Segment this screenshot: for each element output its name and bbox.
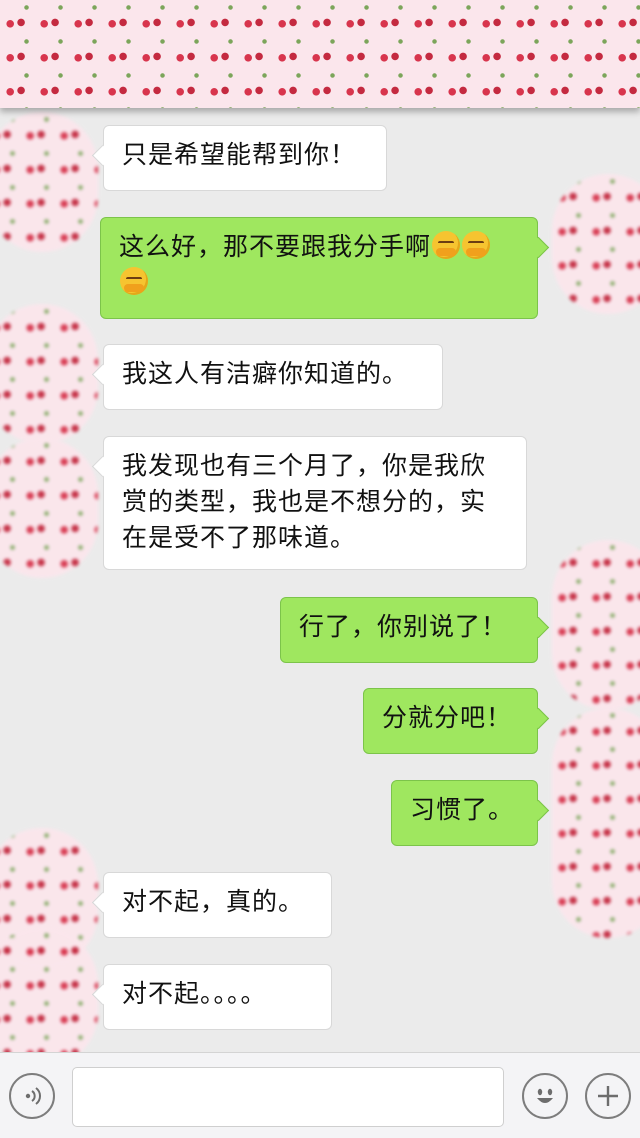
message-text: 我发现也有三个月了，你是我欣赏的类型，我也是不想分的，实在是受不了那味道。 [122,451,487,552]
message-bubble-incoming[interactable]: 我发现也有三个月了，你是我欣赏的类型，我也是不想分的，实在是受不了那味道。 [103,436,527,570]
chat-background-banner [0,0,640,108]
message-text: 我这人有洁癖你知道的。 [122,359,409,388]
message-bubble-incoming[interactable]: 我这人有洁癖你知道的。 [103,344,443,410]
plus-button[interactable] [585,1073,631,1119]
message-bubble-outgoing[interactable]: 习惯了。 [391,780,538,846]
message-bubble-incoming[interactable]: 对不起，真的。 [103,872,332,938]
message-text: 只是希望能帮到你！ [122,140,357,169]
smiley-icon [537,1088,553,1103]
contact-avatar[interactable] [0,112,98,252]
self-avatar[interactable] [552,174,640,314]
self-avatar[interactable] [552,708,640,938]
frowning-face-emoji [120,267,148,295]
frowning-face-emoji [462,231,491,259]
input-bar [0,1052,640,1138]
message-text: 对不起，真的。 [122,887,305,916]
contact-avatar[interactable] [0,438,98,578]
frowning-face-emoji [432,231,461,259]
message-bubble-incoming[interactable]: 对不起。。。。 [103,964,332,1030]
plus-icon [598,1086,618,1106]
message-input[interactable] [72,1067,504,1127]
emoji-button[interactable] [522,1073,568,1119]
self-avatar[interactable] [552,540,640,710]
chat-area[interactable]: 只是希望能帮到你！ 这么好，那不要跟我分手啊 我这人有洁癖你知道的。 我发现也有… [0,108,640,1052]
message-bubble-incoming[interactable]: 只是希望能帮到你！ [103,125,387,191]
message-text: 这么好，那不要跟我分手啊 [119,232,432,261]
contact-avatar[interactable] [0,928,98,1052]
voice-icon [25,1087,41,1105]
message-bubble-outgoing[interactable]: 分就分吧！ [363,688,538,754]
contact-avatar[interactable] [0,304,98,444]
message-text: 习惯了。 [410,795,515,824]
message-text: 分就分吧！ [382,703,513,732]
message-text: 行了，你别说了！ [299,612,508,641]
message-bubble-outgoing[interactable]: 这么好，那不要跟我分手啊 [100,217,538,319]
message-bubble-outgoing[interactable]: 行了，你别说了！ [280,597,538,663]
voice-button[interactable] [9,1073,55,1119]
message-text: 对不起。。。。 [122,979,267,1008]
